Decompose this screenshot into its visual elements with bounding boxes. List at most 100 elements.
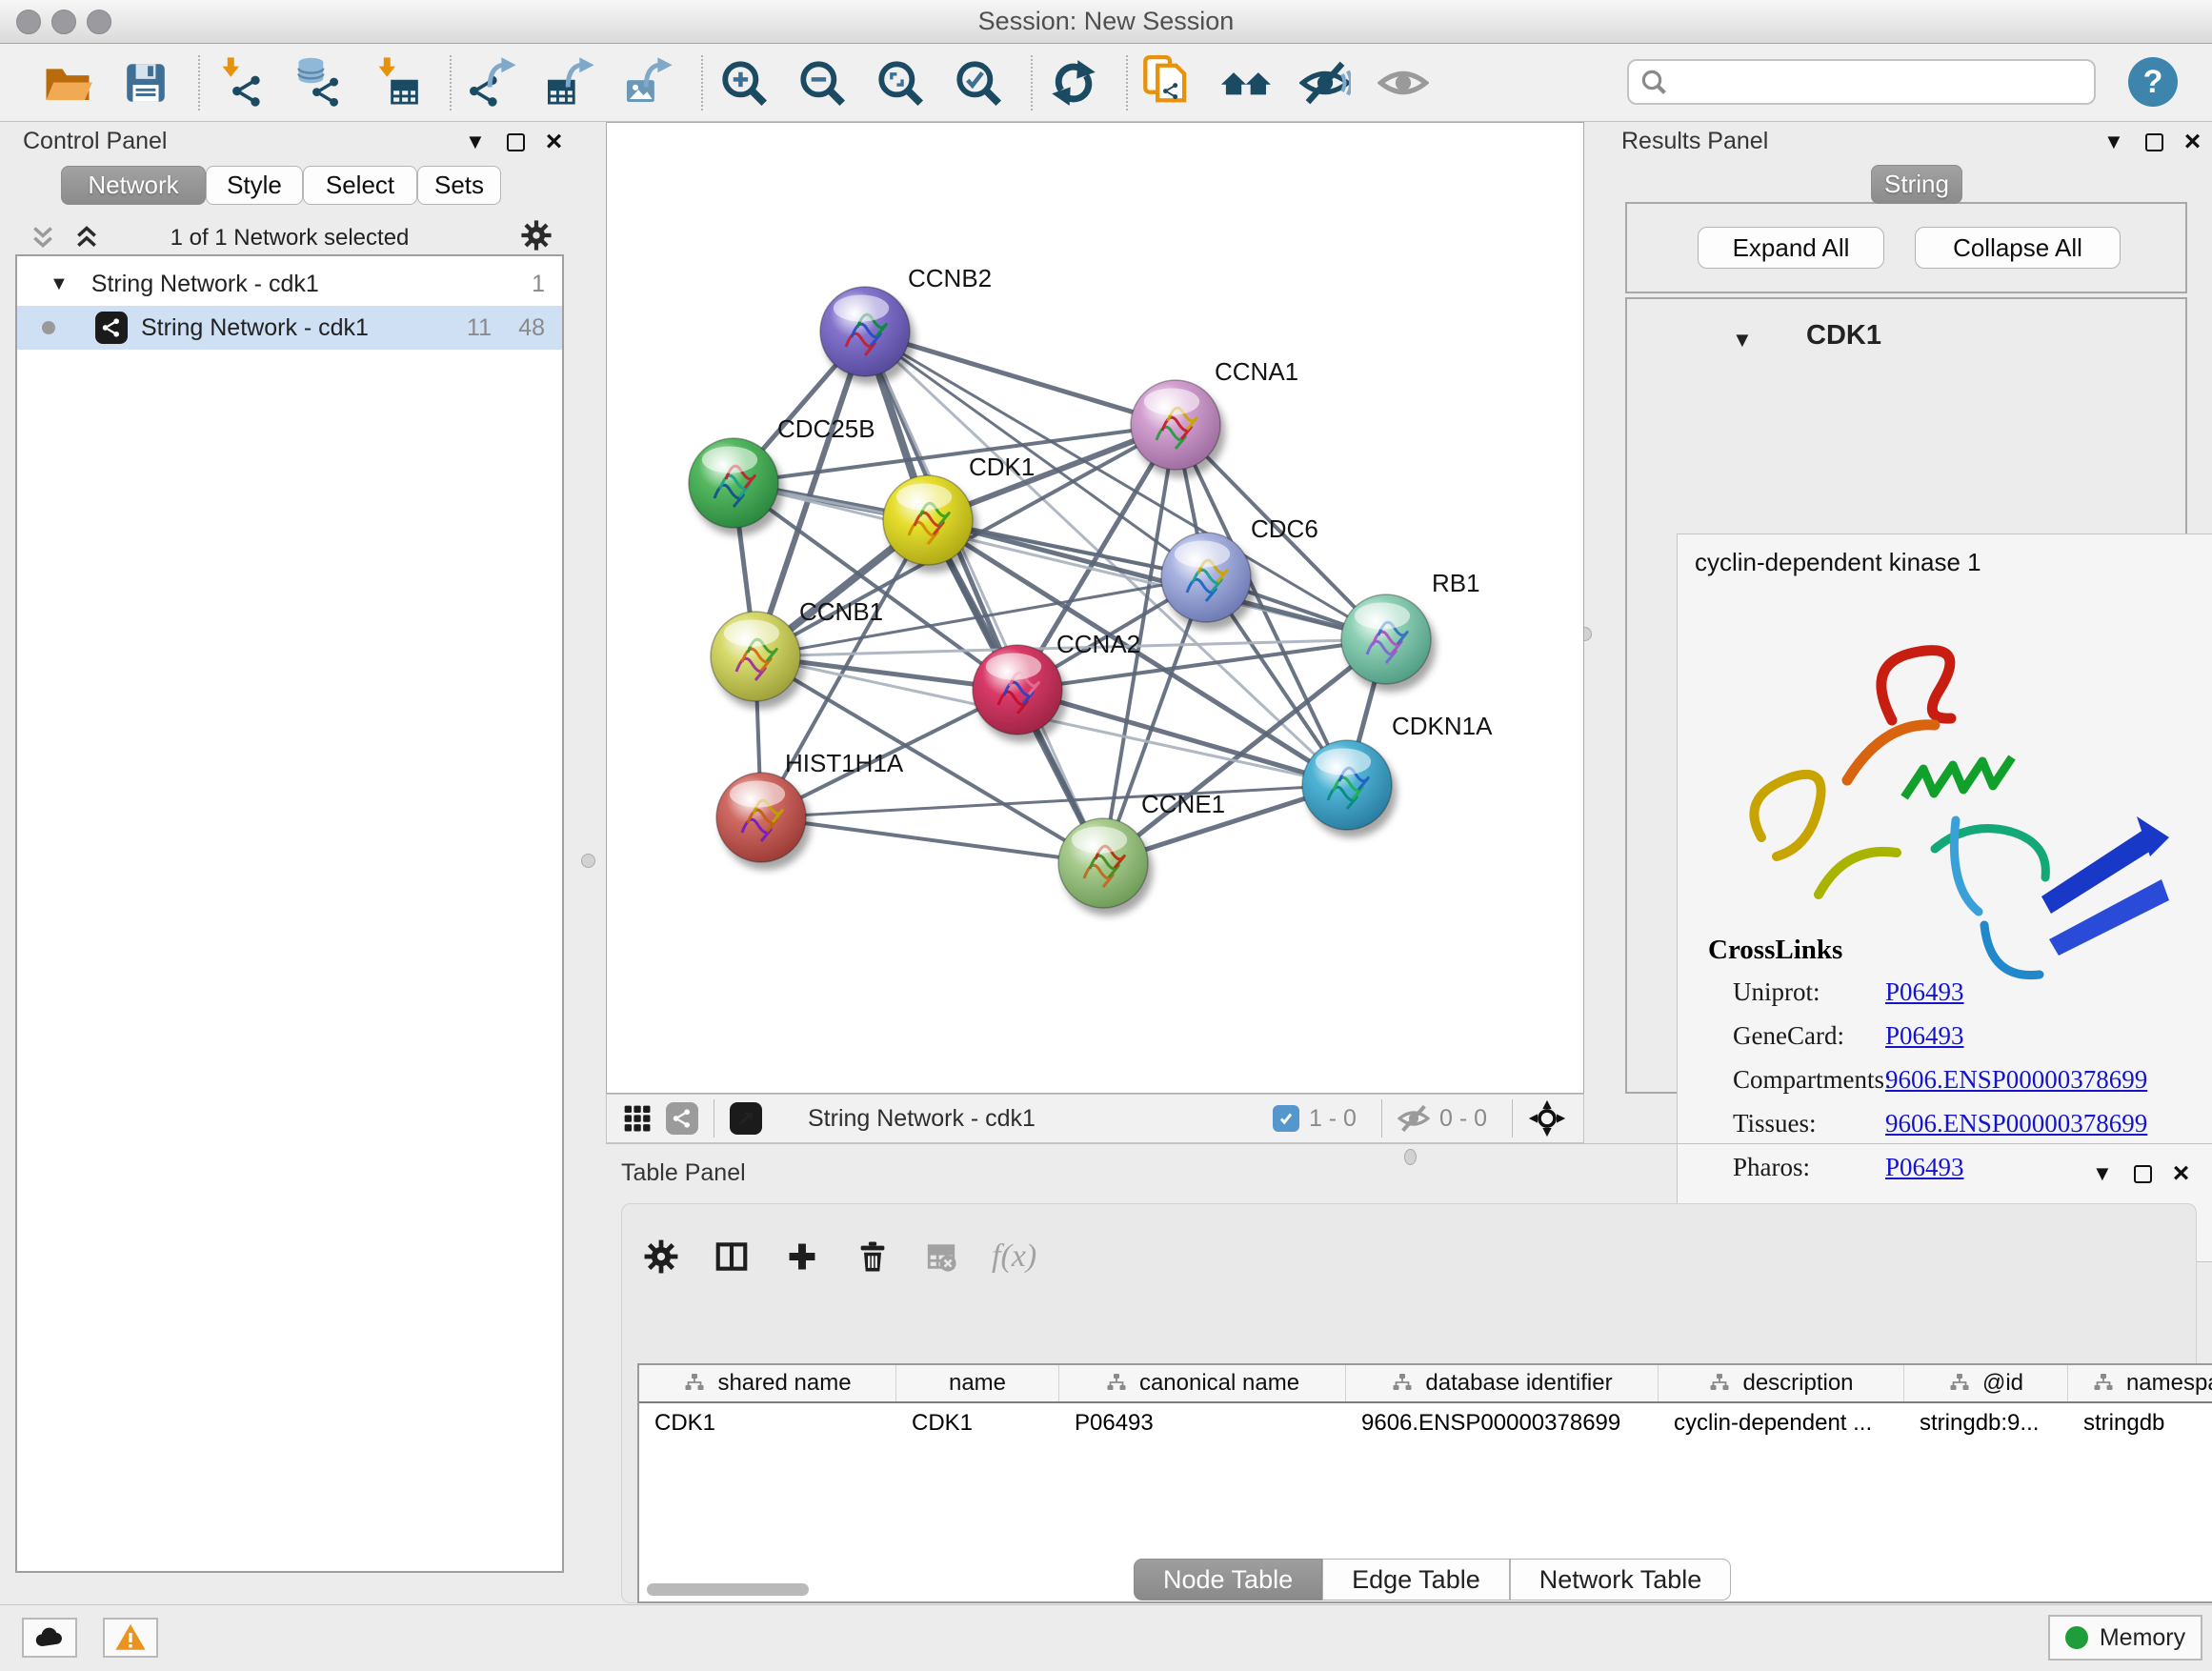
memory-button[interactable]: Memory [2048, 1615, 2202, 1661]
zoom-fit-content-button[interactable] [873, 53, 928, 112]
toolbar-separator [450, 55, 452, 111]
panel-close-icon[interactable]: × [546, 132, 563, 151]
show-columns-icon[interactable] [714, 1238, 750, 1275]
zoom-out-button[interactable] [794, 53, 850, 112]
network-row-label: String Network - cdk1 [141, 314, 369, 342]
network-node-count: 11 [467, 314, 492, 342]
warnings-button[interactable] [103, 1618, 158, 1658]
tree-expander-icon[interactable]: ▼ [50, 273, 69, 295]
close-window-icon[interactable] [16, 10, 41, 34]
export-table-button[interactable] [543, 53, 598, 112]
panel-menu-icon[interactable]: ▼ [2103, 130, 2124, 154]
network-collection-row[interactable]: ▼ String Network - cdk1 1 [17, 262, 562, 306]
panel-float-icon[interactable] [507, 133, 525, 151]
control-panel: Control Panel ▼ × Network Style Select S… [6, 122, 573, 1604]
tab-string[interactable]: String [1871, 165, 1962, 204]
birdseye-navigator-icon[interactable] [1528, 1099, 1566, 1137]
column-header-name[interactable]: name [896, 1365, 1059, 1401]
tab-node-table[interactable]: Node Table [1134, 1559, 1322, 1601]
cell-database-identifier[interactable]: 9606.ENSP00000378699 [1346, 1410, 1659, 1437]
column-type-icon [1708, 1372, 1731, 1395]
column-header-description[interactable]: description [1659, 1365, 1904, 1401]
table-panel: Table Panel ▼ × f(x) shared name name ca… [606, 1143, 2212, 1604]
collapse-all-button[interactable]: Collapse All [1915, 227, 2121, 269]
panel-float-icon[interactable] [2145, 133, 2163, 151]
window-title: Session: New Session [0, 0, 2212, 43]
panel-close-icon[interactable]: × [2173, 1164, 2190, 1183]
minimize-window-icon[interactable] [51, 10, 76, 34]
create-column-plus-icon[interactable] [784, 1238, 820, 1275]
import-network-from-database-button[interactable] [292, 53, 347, 112]
cell-id[interactable]: stringdb:9... [1904, 1410, 2068, 1437]
hidden-counts: 0 - 0 [1439, 1105, 1487, 1133]
table-row[interactable]: CDK1 CDK1 P06493 9606.ENSP00000378699 cy… [639, 1403, 2212, 1443]
zoom-in-button[interactable] [716, 53, 772, 112]
cell-shared-name[interactable]: CDK1 [639, 1410, 896, 1437]
tab-select[interactable]: Select [303, 166, 417, 205]
column-header-id[interactable]: @id [1904, 1365, 2068, 1401]
main-toolbar: ? [0, 44, 2212, 122]
tab-network[interactable]: Network [61, 166, 206, 205]
cloud-status-button[interactable] [22, 1618, 77, 1658]
cell-name[interactable]: CDK1 [896, 1410, 1059, 1437]
import-network-button[interactable] [213, 53, 269, 112]
column-header-namespace[interactable]: namespace [2068, 1365, 2212, 1401]
cell-canonical-name[interactable]: P06493 [1059, 1410, 1346, 1437]
open-session-button[interactable] [40, 53, 95, 112]
export-image-button[interactable] [621, 53, 676, 112]
delete-column-trash-icon[interactable] [855, 1238, 891, 1275]
tab-network-table[interactable]: Network Table [1510, 1559, 1732, 1601]
import-table-button[interactable] [370, 53, 425, 112]
panel-float-icon[interactable] [2134, 1165, 2152, 1183]
string-network-icon [95, 312, 128, 344]
crosslink-uniprot-link[interactable]: P06493 [1885, 977, 1964, 1007]
crosslink-label: GeneCard: [1733, 1021, 1844, 1051]
tab-edge-table[interactable]: Edge Table [1322, 1559, 1510, 1601]
search-icon [1640, 69, 1667, 95]
tab-style[interactable]: Style [206, 166, 303, 205]
new-network-from-selection-button[interactable] [1141, 53, 1196, 112]
maximize-window-icon[interactable] [87, 10, 111, 34]
save-session-button[interactable] [118, 53, 173, 112]
export-network-button[interactable] [465, 53, 520, 112]
search-input[interactable] [1667, 68, 2067, 97]
network-row-selected[interactable]: String Network - cdk1 11 48 [17, 306, 562, 350]
network-canvas[interactable]: CCNB2CCNA1CDC25BCDK1CDC6RB1CCNB1CCNA2CDK… [607, 123, 1583, 1093]
hide-selected-button[interactable] [1297, 53, 1353, 112]
first-neighbors-button[interactable] [1219, 53, 1275, 112]
left-splitter-handle[interactable] [581, 854, 595, 868]
column-header-shared-name[interactable]: shared name [639, 1365, 896, 1401]
zoom-selected-button[interactable] [951, 53, 1006, 112]
show-all-button[interactable] [1376, 53, 1431, 112]
refresh-view-button[interactable] [1046, 53, 1101, 112]
hidden-eye-slash-icon[interactable] [1398, 1102, 1430, 1135]
tab-sets[interactable]: Sets [417, 166, 501, 205]
section-collapse-icon[interactable]: ▼ [1732, 328, 1753, 352]
network-edge[interactable] [865, 332, 1176, 425]
network-edge[interactable] [865, 332, 1103, 863]
cell-namespace[interactable]: stringdb [2068, 1410, 2212, 1437]
status-bar: Memory [0, 1604, 2212, 1671]
table-options-gear-icon[interactable] [643, 1238, 679, 1275]
network-options-gear-icon[interactable] [520, 219, 553, 252]
network-node-label: CDC6 [1251, 514, 1318, 543]
network-edge[interactable] [761, 817, 1103, 863]
warning-icon [114, 1621, 147, 1654]
crosslink-tissues-link[interactable]: 9606.ENSP00000378699 [1885, 1109, 2147, 1138]
column-header-database-identifier[interactable]: database identifier [1346, 1365, 1659, 1401]
selected-checkbox-icon[interactable] [1273, 1105, 1299, 1132]
expand-all-button[interactable]: Expand All [1698, 227, 1884, 269]
panel-close-icon[interactable]: × [2184, 132, 2202, 151]
panel-menu-icon[interactable]: ▼ [465, 130, 486, 154]
crosslink-compartments-link[interactable]: 9606.ENSP00000378699 [1885, 1065, 2147, 1095]
horizontal-scrollbar-thumb[interactable] [647, 1583, 809, 1596]
crosslink-label: Tissues: [1733, 1109, 1817, 1138]
grid-view-icon[interactable] [622, 1103, 653, 1134]
open-in-new-window-icon[interactable] [730, 1102, 762, 1135]
crosslink-genecard-link[interactable]: P06493 [1885, 1021, 1964, 1051]
help-button[interactable]: ? [2128, 57, 2178, 107]
panel-menu-icon[interactable]: ▼ [2092, 1161, 2113, 1186]
network-type-icon[interactable] [666, 1102, 698, 1135]
cell-description[interactable]: cyclin-dependent ... [1659, 1410, 1904, 1437]
column-header-canonical-name[interactable]: canonical name [1059, 1365, 1346, 1401]
